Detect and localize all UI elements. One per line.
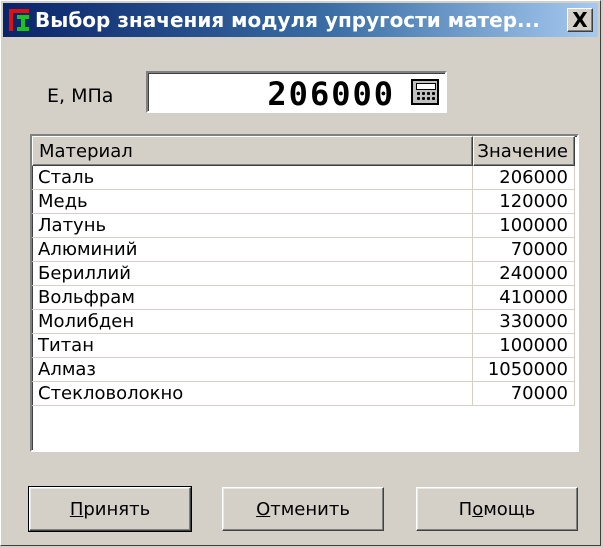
window-title: Выбор значения модуля упругости матер... (35, 8, 540, 32)
table-row[interactable]: Молибден 330000 (32, 310, 577, 334)
column-header-material[interactable]: Материал (32, 136, 473, 166)
calculator-icon[interactable] (411, 79, 439, 105)
table-header: Материал Значение (32, 136, 577, 166)
title-bar[interactable]: Выбор значения модуля упругости матер...… (3, 3, 598, 37)
accept-hotkey: П (69, 498, 84, 520)
column-header-value[interactable]: Значение (473, 136, 575, 166)
cancel-label: тменить (270, 498, 350, 520)
material-name-cell: Алмаз (32, 358, 473, 382)
table-row[interactable]: Титан 100000 (32, 334, 577, 358)
material-value-cell: 120000 (473, 190, 575, 214)
cancel-button[interactable]: Отменить (222, 487, 384, 531)
material-name-cell: Вольфрам (32, 286, 473, 310)
material-value-cell: 100000 (473, 214, 575, 238)
material-name-cell: Латунь (32, 214, 473, 238)
table-row[interactable]: Вольфрам 410000 (32, 286, 577, 310)
material-value-cell: 70000 (473, 238, 575, 262)
help-button[interactable]: По мощь (416, 487, 578, 531)
material-name-cell: Стекловолокно (32, 382, 473, 406)
material-value-cell: 410000 (473, 286, 575, 310)
material-name-cell: Бериллий (32, 262, 473, 286)
material-name-cell: Алюминий (32, 238, 473, 262)
materials-table: Материал Значение Сталь 206000 Медь 120000 Л… (30, 134, 579, 452)
table-row[interactable]: Алюминий 70000 (32, 238, 577, 262)
modulus-input[interactable]: 206000 (146, 71, 447, 113)
table-body: Сталь 206000 Медь 120000 Латунь 100000 Алюмини… (32, 166, 577, 406)
material-value-cell: 206000 (473, 166, 575, 190)
material-name-cell: Титан (32, 334, 473, 358)
dialog-window: Выбор значения модуля упругости матер...… (0, 0, 601, 546)
material-value-cell: 240000 (473, 262, 575, 286)
material-name-cell: Молибден (32, 310, 473, 334)
accept-label: ринять (83, 498, 151, 520)
accept-button[interactable]: Принять (28, 486, 192, 532)
table-row[interactable]: Бериллий 240000 (32, 262, 577, 286)
help-hotkey: о (472, 498, 484, 520)
material-value-cell: 330000 (473, 310, 575, 334)
table-row[interactable]: Латунь 100000 (32, 214, 577, 238)
modulus-label: E, МПа (47, 85, 114, 107)
material-value-cell: 1050000 (473, 358, 575, 382)
material-name-cell: Медь (32, 190, 473, 214)
table-row[interactable]: Стекловолокно 70000 (32, 382, 577, 406)
material-name-cell: Сталь (32, 166, 473, 190)
table-row[interactable]: Медь 120000 (32, 190, 577, 214)
cancel-hotkey: О (256, 498, 271, 520)
close-button[interactable]: X (567, 8, 593, 32)
modulus-value: 206000 (267, 75, 395, 113)
close-icon: X (572, 8, 588, 32)
material-value-cell: 70000 (473, 382, 575, 406)
material-value-cell: 100000 (473, 334, 575, 358)
help-label: мощь (483, 498, 536, 520)
table-row[interactable]: Сталь 206000 (32, 166, 577, 190)
help-label-start: П (458, 498, 473, 520)
table-row[interactable]: Алмаз 1050000 (32, 358, 577, 382)
beam-app-icon (9, 7, 31, 33)
